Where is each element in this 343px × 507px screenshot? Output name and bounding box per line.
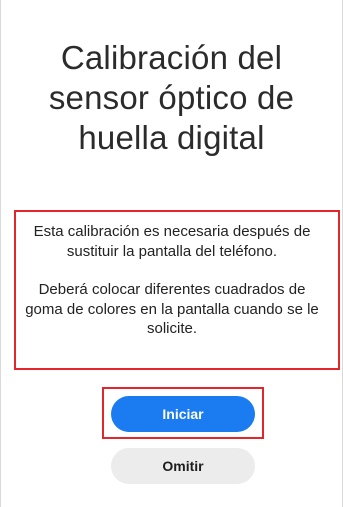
start-button[interactable]: Iniciar: [111, 396, 255, 432]
skip-button[interactable]: Omitir: [111, 448, 255, 484]
description: Esta calibración es necesaria después de…: [24, 222, 320, 339]
page-title: Calibración del sensor óptico de huella …: [48, 39, 295, 156]
description-paragraph-1: Esta calibración es necesaria después de…: [33, 223, 311, 260]
description-paragraph-2: Deberá colocar diferentes cuadrados de g…: [25, 281, 319, 337]
calibration-screen: Calibración del sensor óptico de huella …: [0, 0, 343, 507]
screen-left-edge: [0, 0, 1, 507]
